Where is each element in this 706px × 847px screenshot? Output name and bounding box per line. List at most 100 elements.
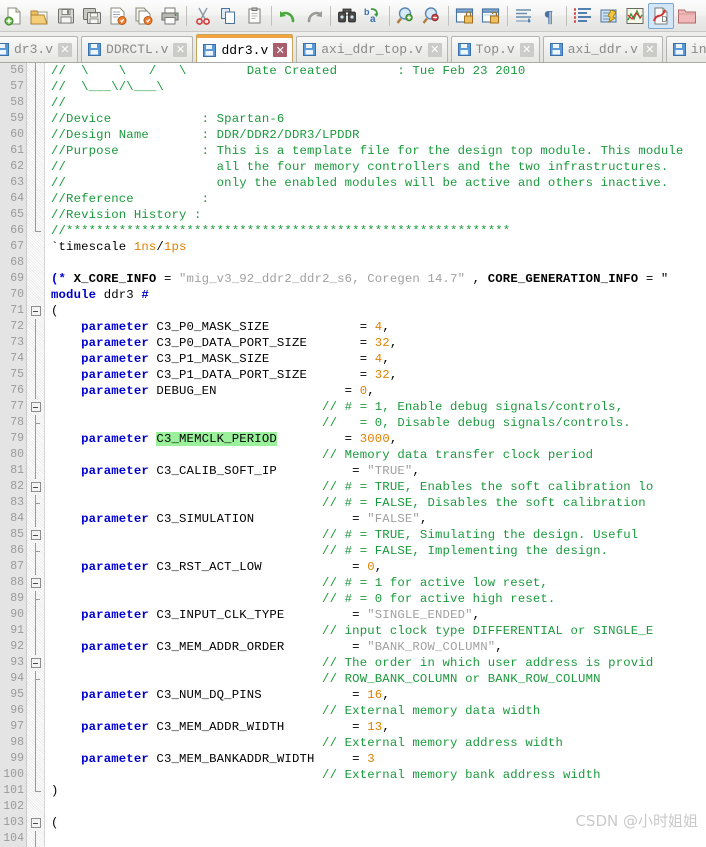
tab-axi-ddr-top-v[interactable]: axi_ddr_top.v ✕ (296, 36, 448, 62)
code-line[interactable]: // input clock type DIFFERENTIAL or SING… (51, 623, 706, 639)
fold-marker-row[interactable] (27, 815, 44, 831)
code-line[interactable]: parameter C3_SIMULATION = "FALSE", (51, 511, 706, 527)
close-icon[interactable]: ✕ (427, 42, 442, 57)
code-line[interactable]: // The order in which user address is pr… (51, 655, 706, 671)
check-syntax-icon[interactable]: D (648, 2, 674, 29)
code-line[interactable]: parameter C3_P0_MASK_SIZE = 4, (51, 319, 706, 335)
code-line[interactable]: //Revision History : (51, 207, 706, 223)
code-line[interactable]: // External memory address width (51, 735, 706, 751)
code-line[interactable]: parameter C3_INPUT_CLK_TYPE = "SINGLE_EN… (51, 607, 706, 623)
paragraph-mark-icon[interactable]: ¶ (537, 3, 563, 29)
undo-icon[interactable] (275, 3, 301, 29)
code-line[interactable]: parameter C3_P1_MASK_SIZE = 4, (51, 351, 706, 367)
code-line[interactable]: //Device : Spartan-6 (51, 111, 706, 127)
fold-collapse-box[interactable] (30, 306, 41, 316)
zoom-in-icon[interactable] (393, 3, 419, 29)
copy-icon[interactable] (216, 3, 242, 29)
close-icon[interactable]: ✕ (273, 43, 288, 57)
fold-collapse-box[interactable] (30, 578, 41, 588)
save-icon[interactable] (53, 3, 79, 29)
open-folder-icon[interactable] (27, 3, 53, 29)
code-line[interactable]: module ddr3 # (51, 287, 706, 303)
print-icon[interactable] (157, 3, 183, 29)
zoom-out-icon[interactable] (419, 3, 445, 29)
unlock-window-icon[interactable] (478, 3, 504, 29)
code-line[interactable]: //Design Name : DDR/DDR2/DDR3/LPDDR (51, 127, 706, 143)
code-line[interactable]: // = 0, Disable debug signals/controls. (51, 415, 706, 431)
code-line[interactable]: // External memory data width (51, 703, 706, 719)
code-line[interactable]: parameter C3_MEM_ADDR_ORDER = "BANK_ROW_… (51, 639, 706, 655)
code-line[interactable]: ( (51, 303, 706, 319)
code-line[interactable]: // \___\/\___\ (51, 79, 706, 95)
code-line[interactable]: // # = FALSE, Implementing the design. (51, 543, 706, 559)
new-file-icon[interactable] (1, 3, 27, 29)
tab-infra[interactable]: infra (665, 36, 706, 62)
code-line[interactable]: // Memory data transfer clock period (51, 447, 706, 463)
close-icon[interactable]: ✕ (58, 42, 73, 57)
code-line[interactable]: // # = TRUE, Simulating the design. Usef… (51, 527, 706, 543)
code-line[interactable]: ) (51, 783, 706, 799)
fold-collapse-box[interactable] (30, 402, 41, 412)
code-line[interactable] (51, 831, 706, 847)
redo-icon[interactable] (301, 3, 327, 29)
code-line[interactable]: parameter DEBUG_EN = 0, (51, 383, 706, 399)
fold-marker-row[interactable] (27, 655, 44, 671)
save-copy-icon[interactable] (131, 3, 157, 29)
close-icon[interactable]: ✕ (519, 42, 534, 57)
code-line[interactable] (51, 799, 706, 815)
paste-icon[interactable] (242, 3, 268, 29)
fold-collapse-box[interactable] (30, 530, 41, 540)
tab-ddr3-v[interactable]: ddr3.v ✕ (196, 34, 294, 62)
code-line[interactable]: parameter C3_MEM_BANKADDR_WIDTH = 3 (51, 751, 706, 767)
tab-dr3-v[interactable]: dr3.v ✕ (0, 36, 79, 62)
waveform-icon[interactable] (622, 3, 648, 29)
find-icon[interactable] (334, 3, 360, 29)
code-line[interactable]: // all the four memory controllers and t… (51, 159, 706, 175)
comment-block-icon[interactable] (596, 3, 622, 29)
code-line[interactable]: // # = FALSE, Disables the soft calibrat… (51, 495, 706, 511)
tab-axi-ddr-v[interactable]: axi_ddr.v ✕ (542, 36, 663, 62)
code-line[interactable]: // # = 0 for active high reset. (51, 591, 706, 607)
code-editor[interactable]: 56 57 58 59 60 61 62 63 64 65 66 67 68 69 70 71 72 73 74 75… (0, 63, 706, 847)
lock-window-icon[interactable] (452, 3, 478, 29)
fold-marker-row[interactable] (27, 575, 44, 591)
code-line[interactable]: parameter C3_CALIB_SOFT_IP = "TRUE", (51, 463, 706, 479)
code-line[interactable]: // ROW_BANK_COLUMN or BANK_ROW_COLUMN (51, 671, 706, 687)
code-line[interactable]: // (51, 95, 706, 111)
code-folding-margin[interactable] (27, 63, 45, 847)
code-line[interactable]: parameter C3_P1_DATA_PORT_SIZE = 32, (51, 367, 706, 383)
tab-Top-v[interactable]: Top.v ✕ (450, 36, 540, 62)
code-line[interactable]: parameter C3_P0_DATA_PORT_SIZE = 32, (51, 335, 706, 351)
fold-marker-row[interactable] (27, 479, 44, 495)
bookmark-list-icon[interactable] (570, 3, 596, 29)
save-all-icon[interactable] (79, 3, 105, 29)
close-icon[interactable]: ✕ (173, 42, 188, 57)
fold-collapse-box[interactable] (30, 818, 41, 828)
close-icon[interactable]: ✕ (642, 42, 657, 57)
project-folder-icon[interactable] (674, 3, 700, 29)
code-line[interactable]: // # = 1 for active low reset, (51, 575, 706, 591)
fold-collapse-box[interactable] (30, 482, 41, 492)
fold-marker-row[interactable] (27, 303, 44, 319)
code-line[interactable]: // # = TRUE, Enables the soft calibratio… (51, 479, 706, 495)
replace-icon[interactable]: b a (360, 3, 386, 29)
save-as-icon[interactable] (105, 3, 131, 29)
code-line[interactable]: (* X_CORE_INFO = "mig_v3_92_ddr2_ddr2_s6… (51, 271, 706, 287)
code-line[interactable]: // only the enabled modules will be acti… (51, 175, 706, 191)
code-line[interactable]: // # = 1, Enable debug signals/controls, (51, 399, 706, 415)
code-line[interactable]: `timescale 1ns/1ps (51, 239, 706, 255)
code-line[interactable]: parameter C3_NUM_DQ_PINS = 16, (51, 687, 706, 703)
code-line[interactable]: //Reference : (51, 191, 706, 207)
indent-icon[interactable] (511, 3, 537, 29)
code-line[interactable] (51, 255, 706, 271)
code-line[interactable]: //**************************************… (51, 223, 706, 239)
fold-collapse-box[interactable] (30, 658, 41, 668)
code-line[interactable]: ( (51, 815, 706, 831)
code-line[interactable]: //Purpose : This is a template file for … (51, 143, 706, 159)
code-line[interactable]: parameter C3_RST_ACT_LOW = 0, (51, 559, 706, 575)
fold-marker-row[interactable] (27, 527, 44, 543)
fold-marker-row[interactable] (27, 399, 44, 415)
code-text-area[interactable]: // \ \ / \ Date Created : Tue Feb 23 201… (45, 63, 706, 847)
code-line[interactable]: // \ \ / \ Date Created : Tue Feb 23 201… (51, 63, 706, 79)
cut-icon[interactable] (190, 3, 216, 29)
